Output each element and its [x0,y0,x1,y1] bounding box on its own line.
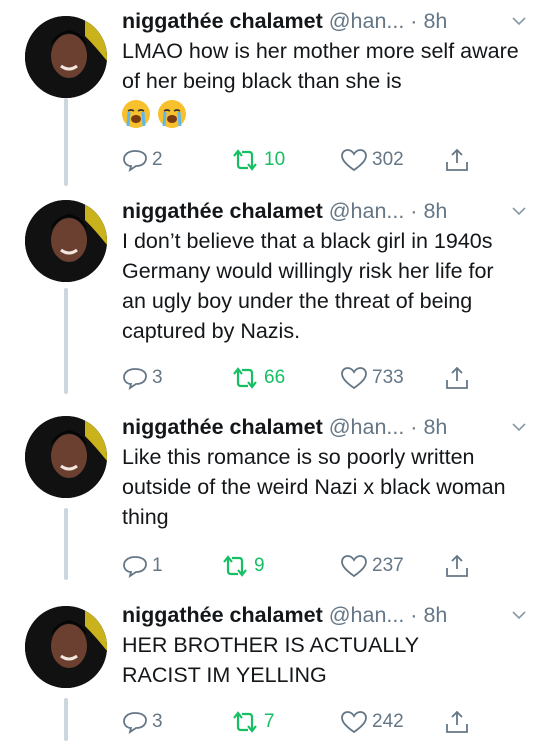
avatar[interactable] [25,16,107,98]
tweet-actions: 2 10 302 [122,146,522,174]
retweet-icon [223,555,247,577]
avatar[interactable] [25,606,107,688]
reply-button[interactable]: 1 [122,552,163,580]
like-count: 733 [372,367,404,388]
share-icon [446,554,468,577]
tweet[interactable]: niggathée chalamet @han... · 8h Like thi… [0,412,540,592]
avatar-image [25,200,107,282]
reply-count: 3 [152,367,163,388]
like-count: 237 [372,555,404,576]
share-icon [446,710,468,733]
reply-count: 1 [152,555,163,576]
heart-icon [341,367,367,390]
loudly-crying-face-icon [122,100,150,128]
reply-button[interactable]: 2 [122,146,163,174]
tweet-text: Like this romance is so poorly written o… [122,445,506,529]
avatar[interactable] [25,200,107,282]
reply-button[interactable]: 3 [122,364,163,392]
reply-button[interactable]: 3 [122,708,163,736]
retweet-button[interactable]: 10 [230,146,285,174]
share-button[interactable] [444,364,470,392]
display-name[interactable]: niggathée chalamet [122,603,323,627]
retweet-icon [233,149,257,171]
retweet-icon [233,367,257,389]
avatar[interactable] [25,416,107,498]
heart-icon [341,555,367,578]
like-button[interactable]: 237 [340,552,404,580]
loudly-crying-face-icon [158,100,186,128]
tweet-header: niggathée chalamet @han... · 8h [122,412,526,442]
tweet-header: niggathée chalamet @han... · 8h [122,196,526,226]
chevron-down-icon[interactable] [512,422,526,432]
heart-icon [341,711,367,734]
handle-and-time[interactable]: @han... · 8h [329,9,448,33]
tweet[interactable]: niggathée chalamet @han... · 8h I don’t … [0,196,540,396]
avatar-image [25,606,107,688]
avatar-image [25,416,107,498]
avatar-image [25,16,107,98]
heart-icon [341,149,367,172]
tweet-text: LMAO how is her mother more self aware o… [122,39,519,93]
reply-icon [123,150,147,172]
reply-count: 3 [152,711,163,732]
like-button[interactable]: 302 [340,146,404,174]
reply-count: 2 [152,149,163,170]
retweet-count: 66 [264,367,286,388]
like-button[interactable]: 733 [340,364,404,392]
like-button[interactable]: 242 [340,708,404,736]
emoji-row [122,100,186,128]
retweet-count: 7 [264,711,275,732]
tweet[interactable]: niggathée chalamet @han... · 8h LMAO how… [0,6,540,186]
tweet-actions: 3 7 242 [122,708,522,736]
tweet-actions: 3 66 733 [122,364,522,392]
display-name[interactable]: niggathée chalamet [122,9,323,33]
retweet-count: 10 [264,149,286,170]
handle-and-time[interactable]: @han... · 8h [329,199,448,223]
tweet[interactable]: niggathée chalamet @han... · 8h HER BROT… [0,600,540,741]
share-button[interactable] [444,146,470,174]
display-name[interactable]: niggathée chalamet [122,415,323,439]
like-count: 242 [372,711,404,732]
tweet-text: HER BROTHER IS ACTUALLY RACIST IM YELLIN… [122,633,419,687]
retweet-button[interactable]: 66 [230,364,285,392]
chevron-down-icon[interactable] [512,206,526,216]
share-icon [446,148,468,171]
retweet-icon [233,711,257,733]
share-icon [446,366,468,389]
share-button[interactable] [444,552,470,580]
reply-icon [123,368,147,390]
tweet-actions: 1 9 237 [122,552,522,580]
tweet-header: niggathée chalamet @han... · 8h [122,6,526,36]
display-name[interactable]: niggathée chalamet [122,199,323,223]
chevron-down-icon[interactable] [512,16,526,26]
reply-icon [123,556,147,578]
retweet-count: 9 [254,555,265,576]
reply-icon [123,712,147,734]
tweet-header: niggathée chalamet @han... · 8h [122,600,526,630]
handle-and-time[interactable]: @han... · 8h [329,603,448,627]
tweet-text: I don’t believe that a black girl in 194… [122,229,494,343]
like-count: 302 [372,149,404,170]
handle-and-time[interactable]: @han... · 8h [329,415,448,439]
share-button[interactable] [444,708,470,736]
retweet-button[interactable]: 9 [220,552,265,580]
retweet-button[interactable]: 7 [230,708,275,736]
chevron-down-icon[interactable] [512,610,526,620]
